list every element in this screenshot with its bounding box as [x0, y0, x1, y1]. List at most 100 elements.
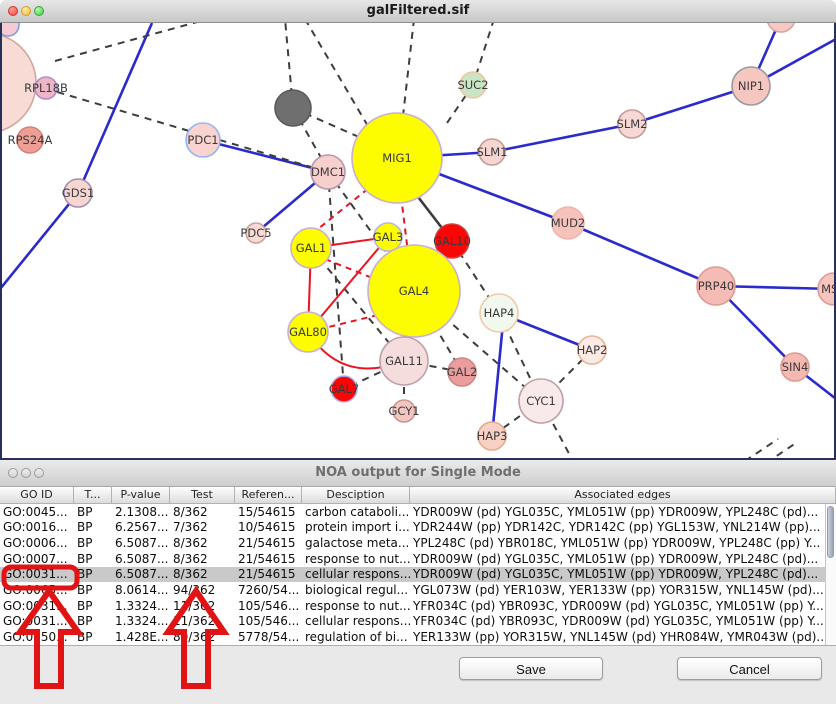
cell-p: 6.2567... [112, 520, 170, 534]
cell-type: BP [74, 552, 112, 566]
cell-type: BP [74, 505, 112, 519]
network-graph[interactable]: RPL18BRPS24AGDS1PDC1MIG1SUC2SLM1DMC1PDC5… [0, 23, 836, 460]
node-label-slm1: SLM1 [477, 145, 508, 159]
cell-test: 11/362 [170, 614, 235, 628]
table-row[interactable]: GO:0006...BP6.5087...8/36221/54615galact… [0, 535, 836, 551]
network-window: galFiltered.sif RPL18BRPS24AGDS1PDC1MIG1… [0, 0, 836, 460]
noa-window-titlebar[interactable]: NOA output for Single Mode [0, 460, 836, 487]
network-canvas[interactable]: RPL18BRPS24AGDS1PDC1MIG1SUC2SLM1DMC1PDC5… [0, 23, 836, 460]
noa-window-title: NOA output for Single Mode [0, 460, 836, 486]
cell-go: GO:0050... [0, 630, 74, 644]
cell-edges: YDR009W (pd) YGL035C, YML051W (pp) YDR00… [410, 552, 836, 566]
cell-ref: 10/54615 [235, 520, 302, 534]
zoom-icon[interactable] [34, 468, 44, 478]
minimize-icon[interactable] [21, 6, 31, 16]
column-header-referen[interactable]: Referen... [235, 487, 302, 503]
column-header-associated-edges[interactable]: Associated edges [410, 487, 836, 503]
table-row[interactable]: GO:0045...BP2.1308...8/36215/54615carbon… [0, 504, 836, 520]
table-row[interactable]: GO:0031...BP1.3324...11/362105/546...res… [0, 598, 836, 614]
scrollbar-thumb[interactable] [827, 506, 834, 558]
cell-ref: 21/54615 [235, 567, 302, 581]
cell-type: BP [74, 630, 112, 644]
network-edge-dash [745, 439, 778, 460]
cell-p: 6.5087... [112, 567, 170, 581]
cell-type: BP [74, 599, 112, 613]
node-label-gal10: GAL10 [433, 234, 471, 248]
close-icon[interactable] [8, 468, 18, 478]
node-unlabeled-1[interactable] [0, 23, 19, 36]
cell-go: GO:0031... [0, 599, 74, 613]
node-label-prp40: PRP40 [698, 279, 735, 293]
cell-ref: 105/546... [235, 599, 302, 613]
cell-desc: biological regul... [302, 583, 410, 597]
cell-go: GO:0045... [0, 505, 74, 519]
node-label-gcy1: GCY1 [388, 404, 419, 418]
table-row[interactable]: GO:0007...BP6.5087...8/36221/54615respon… [0, 551, 836, 567]
cancel-button[interactable]: Cancel [677, 657, 822, 680]
node-unlabeled-6[interactable] [275, 90, 311, 126]
node-label-slm2: SLM2 [617, 117, 648, 131]
cell-edges: YER133W (pp) YOR315W, YNL145W (pd) YHR08… [410, 630, 836, 644]
table-body: GO:0045...BP2.1308...8/36215/54615carbon… [0, 504, 836, 646]
column-header-desciption[interactable]: Desciption [302, 487, 410, 503]
table-row[interactable]: GO:0050...BP1.428E...80/3625778/54...reg… [0, 629, 836, 645]
save-button[interactable]: Save [459, 657, 603, 680]
network-window-titlebar[interactable]: galFiltered.sif [0, 0, 836, 23]
cell-desc: carbon cataboli... [302, 505, 410, 519]
table-header: GO IDT...P-valueTestReferen...Desciption… [0, 487, 836, 504]
node-label-gal1: GAL1 [296, 241, 327, 255]
cell-test: 80/362 [170, 630, 235, 644]
cell-type: BP [74, 520, 112, 534]
column-header-t[interactable]: T... [74, 487, 112, 503]
cell-go: GO:0031... [0, 614, 74, 628]
column-header-go-id[interactable]: GO ID [0, 487, 74, 503]
table-row[interactable]: GO:0016...BP6.2567...7/36210/54615protei… [0, 520, 836, 536]
cell-desc: regulation of bi... [302, 630, 410, 644]
cell-test: 8/362 [170, 505, 235, 519]
table-row[interactable]: GO:0031...BP1.3324...11/362105/546...cel… [0, 614, 836, 630]
cell-test: 8/362 [170, 536, 235, 550]
network-edge-dash [55, 23, 208, 61]
node-label-gal4: GAL4 [399, 284, 430, 298]
vertical-scrollbar[interactable] [825, 504, 836, 645]
network-edge-blue [492, 323, 503, 436]
node-label-pdc5: PDC5 [240, 226, 271, 240]
cell-type: BP [74, 614, 112, 628]
cell-type: BP [74, 536, 112, 550]
network-edge-dash [766, 443, 796, 460]
minimize-icon[interactable] [21, 468, 31, 478]
cell-edges: YDR244W (pp) YDR142C, YDR142C (pp) YGL15… [410, 520, 836, 534]
node-label-rps24a: RPS24A [8, 133, 53, 147]
cell-type: BP [74, 583, 112, 597]
table-row-selected[interactable]: GO:0031...BP6.5087...8/36221/54615cellul… [0, 567, 836, 583]
cell-p: 1.3324... [112, 599, 170, 613]
node-label-cyc1: CYC1 [526, 394, 556, 408]
column-header-test[interactable]: Test [170, 487, 235, 503]
cell-ref: 21/54615 [235, 536, 302, 550]
network-edge-blue [397, 86, 751, 158]
table-row[interactable]: GO:0065...BP8.0614...94/3627260/54...bio… [0, 582, 836, 598]
node-label-dmc1: DMC1 [311, 165, 345, 179]
cell-edges: YPL248C (pd) YBR018C, YML051W (pp) YDR00… [410, 536, 836, 550]
close-icon[interactable] [8, 6, 18, 16]
cell-ref: 15/54615 [235, 505, 302, 519]
node-label-gds1: GDS1 [62, 186, 94, 200]
node-label-mud2: MUD2 [551, 216, 586, 230]
cell-test: 7/362 [170, 520, 235, 534]
cell-p: 1.428E... [112, 630, 170, 644]
cell-ref: 5778/54... [235, 630, 302, 644]
cell-go: GO:0006... [0, 536, 74, 550]
zoom-icon[interactable] [34, 6, 44, 16]
cell-p: 6.5087... [112, 552, 170, 566]
node-label-mig1: MIG1 [382, 151, 412, 165]
node-label-sin4: SIN4 [782, 360, 809, 374]
column-header-p-value[interactable]: P-value [112, 487, 170, 503]
cell-test: 8/362 [170, 567, 235, 581]
cell-p: 8.0614... [112, 583, 170, 597]
cell-go: GO:0065... [0, 583, 74, 597]
cell-edges: YDR009W (pd) YGL035C, YML051W (pp) YDR00… [410, 567, 836, 581]
node-label-pdc1: PDC1 [187, 133, 218, 147]
node-label-hap2: HAP2 [577, 343, 608, 357]
cell-p: 2.1308... [112, 505, 170, 519]
node-unlabeled-28[interactable] [767, 23, 795, 32]
